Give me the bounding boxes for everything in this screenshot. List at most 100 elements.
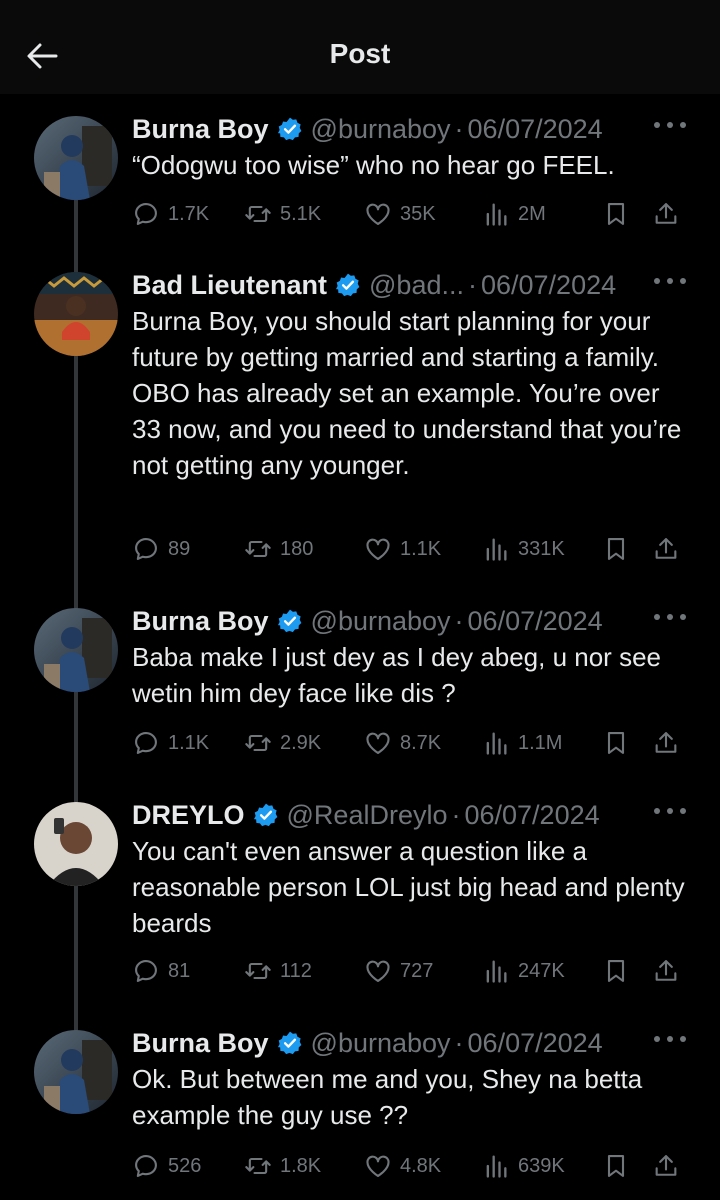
- views-icon: [486, 538, 507, 561]
- views-icon: [486, 1155, 507, 1178]
- views-button[interactable]: 1.1M: [482, 725, 562, 761]
- reply-button[interactable]: 526: [132, 1148, 201, 1184]
- reply-icon: [135, 203, 157, 225]
- reply-button[interactable]: 1.1K: [132, 725, 209, 761]
- heart-icon: [366, 1155, 390, 1177]
- separator-dot: ·: [467, 269, 477, 300]
- avatar[interactable]: [34, 802, 118, 886]
- bookmark-button[interactable]: [602, 725, 630, 761]
- tweet[interactable]: Burna Boy @burnaboy · 06/07/2024 Ok. But…: [0, 1026, 720, 1200]
- more-icon[interactable]: [654, 804, 686, 818]
- tweet[interactable]: DREYLO @RealDreylo · 06/07/2024 You can'…: [0, 798, 720, 998]
- share-button[interactable]: [652, 725, 680, 761]
- bookmark-button[interactable]: [602, 1148, 630, 1184]
- views-button[interactable]: 331K: [482, 531, 565, 567]
- bookmark-button[interactable]: [602, 953, 630, 989]
- share-button[interactable]: [652, 196, 680, 232]
- tweet[interactable]: Bad Lieutenant @bad... · 06/07/2024 Burn…: [0, 268, 720, 568]
- timestamp[interactable]: 06/07/2024: [481, 270, 616, 301]
- views-button[interactable]: 2M: [482, 196, 546, 232]
- reply-icon: [135, 1155, 157, 1177]
- reply-button[interactable]: 89: [132, 531, 190, 567]
- handle[interactable]: @bad...: [369, 270, 464, 301]
- like-count: 8.7K: [400, 731, 442, 754]
- tweet-text: You can't even answer a question like a …: [132, 836, 685, 938]
- verified-badge-icon: [253, 803, 277, 827]
- avatar[interactable]: [34, 1030, 118, 1114]
- share-icon: [655, 732, 677, 753]
- reply-count: 81: [168, 959, 191, 982]
- bookmark-icon: [607, 732, 625, 754]
- avatar[interactable]: [34, 272, 118, 356]
- reply-icon: [135, 732, 157, 754]
- retweet-button[interactable]: 5.1K: [244, 196, 321, 232]
- heart-icon: [366, 960, 390, 982]
- tweet[interactable]: Burna Boy @burnaboy · 06/07/2024 Baba ma…: [0, 604, 720, 764]
- share-icon: [655, 960, 677, 981]
- like-button[interactable]: 4.8K: [364, 1148, 441, 1184]
- display-name[interactable]: Burna Boy: [132, 1028, 269, 1059]
- retweet-count: 112: [280, 959, 312, 982]
- bookmark-icon: [607, 1155, 625, 1177]
- share-button[interactable]: [652, 1148, 680, 1184]
- handle[interactable]: @burnaboy: [311, 1028, 451, 1059]
- avatar[interactable]: [34, 116, 118, 200]
- heart-icon: [366, 203, 390, 225]
- retweet-count: 2.9K: [280, 731, 322, 754]
- reply-button[interactable]: 81: [132, 953, 190, 989]
- bookmark-button[interactable]: [602, 196, 630, 232]
- verified-badge-icon: [277, 117, 301, 141]
- display-name[interactable]: DREYLO: [132, 800, 245, 831]
- views-count: 1.1M: [518, 731, 563, 754]
- timestamp[interactable]: 06/07/2024: [464, 800, 599, 831]
- retweet-button[interactable]: 112: [244, 953, 312, 989]
- timestamp[interactable]: 06/07/2024: [468, 1028, 603, 1059]
- verified-badge-icon: [277, 1031, 301, 1055]
- heart-icon: [366, 538, 390, 560]
- like-count: 35K: [400, 202, 436, 225]
- like-button[interactable]: 1.1K: [364, 531, 441, 567]
- heart-icon: [366, 732, 390, 754]
- tweet-text: Ok. But between me and you, Shey na bett…: [132, 1064, 643, 1130]
- avatar[interactable]: [34, 608, 118, 692]
- reply-count: 1.7K: [168, 202, 210, 225]
- reply-count: 526: [168, 1154, 202, 1177]
- more-icon[interactable]: [654, 274, 686, 288]
- handle[interactable]: @RealDreylo: [287, 800, 448, 831]
- like-button[interactable]: 8.7K: [364, 725, 441, 761]
- retweet-button[interactable]: 2.9K: [244, 725, 321, 761]
- timestamp[interactable]: 06/07/2024: [468, 606, 603, 637]
- bookmark-icon: [607, 203, 625, 225]
- handle[interactable]: @burnaboy: [311, 606, 451, 637]
- like-button[interactable]: 727: [364, 953, 433, 989]
- retweet-icon: [245, 734, 271, 752]
- tweet-actions: 89 180 1.1K 331K: [132, 531, 692, 567]
- views-button[interactable]: 639K: [482, 1148, 565, 1184]
- share-button[interactable]: [652, 953, 680, 989]
- retweet-button[interactable]: 180: [244, 531, 313, 567]
- tweet-text: Baba make I just dey as I dey abeg, u no…: [132, 642, 661, 708]
- display-name[interactable]: Bad Lieutenant: [132, 270, 327, 301]
- bookmark-icon: [607, 538, 625, 560]
- timestamp[interactable]: 06/07/2024: [468, 114, 603, 145]
- tweet-text: “Odogwu too wise” who no hear go FEEL.: [132, 150, 615, 180]
- more-icon[interactable]: [654, 1032, 686, 1046]
- bookmark-button[interactable]: [602, 531, 630, 567]
- reply-icon: [135, 538, 157, 560]
- handle[interactable]: @burnaboy: [311, 114, 451, 145]
- views-button[interactable]: 247K: [482, 953, 565, 989]
- more-icon[interactable]: [654, 610, 686, 624]
- retweet-count: 180: [280, 537, 314, 560]
- display-name[interactable]: Burna Boy: [132, 606, 269, 637]
- bookmark-icon: [607, 960, 625, 982]
- more-icon[interactable]: [654, 118, 686, 132]
- display-name[interactable]: Burna Boy: [132, 114, 269, 145]
- like-button[interactable]: 35K: [364, 196, 436, 232]
- share-button[interactable]: [652, 531, 680, 567]
- retweet-count: 1.8K: [280, 1154, 322, 1177]
- retweet-button[interactable]: 1.8K: [244, 1148, 321, 1184]
- like-count: 1.1K: [400, 537, 442, 560]
- tweet[interactable]: Burna Boy @burnaboy · 06/07/2024 “Odogwu…: [0, 112, 720, 242]
- views-count: 639K: [518, 1154, 565, 1177]
- reply-button[interactable]: 1.7K: [132, 196, 209, 232]
